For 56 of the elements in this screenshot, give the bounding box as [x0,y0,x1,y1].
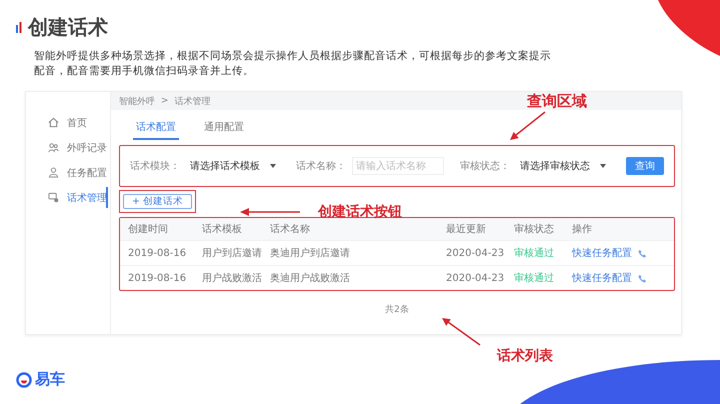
annotation-arrow [240,208,300,216]
table-cell-text: 2020-04-23 [446,248,506,258]
annotation-arrow [510,111,546,140]
annotation-label: 查询区域 [527,92,587,111]
phone-icon[interactable] [638,274,647,282]
slide-description: 智能外呼提供多种场景选择，根据不同场景会提示操作人员根据步骤配音话术，可根据每步的参考文案提示配音，配音需要用手机微信扫码录音并上传。 [34,49,552,79]
action-link[interactable]: 快速任务配置 [572,246,632,260]
table-cell-text: 奥迪用户战败激活 [270,272,351,285]
slide-title: 创建话术 [28,14,108,41]
sidebar-item[interactable]: 首页 [26,110,110,135]
annotation-label: 创建话术按钮 [318,203,402,221]
tab[interactable]: 话术配置 [133,118,179,140]
caret-icon [600,164,606,168]
sidebar-item[interactable]: 外呼记录 [26,135,110,160]
person-icon [48,167,59,178]
status-text: 审核通过 [514,272,555,285]
home-icon [48,117,59,128]
column-header: 话术模板 [202,222,243,236]
status-text: 审核通过 [514,246,555,260]
phone-icon[interactable] [638,248,647,258]
column-header: 审核状态 [514,222,555,236]
table-cell-text: 2019-08-16 [128,272,188,284]
people-icon [48,142,59,153]
select-field[interactable]: 请选择话术模板 [186,159,280,173]
pagination-text: 共2条 [385,304,409,316]
input-field[interactable]: 请输入话术名称 [352,157,444,175]
breadcrumb-separator: > [161,96,169,106]
tab[interactable]: 通用配置 [201,118,247,140]
brand-name: 易车 [35,370,65,389]
annotation-label: 话术列表 [497,347,553,365]
column-header: 操作 [572,223,593,236]
table-cell-text: 用户战败激活 [202,272,263,285]
logo-icon [16,372,32,388]
bars-icon [16,22,22,33]
field-label: 话术模块： [130,160,180,173]
sidebar-item[interactable]: 话术管理 [26,185,110,210]
breadcrumb-current: 话术管理 [174,96,211,108]
create-button[interactable]: + 创建话术 [123,194,192,209]
table-cell-text: 2020-04-23 [446,272,506,284]
column-header: 创建时间 [128,222,169,236]
table-cell-text: 奥迪用户到店邀请 [270,246,351,260]
select-field[interactable]: 请选择审核状态 [516,159,610,173]
annotation-arrow [442,318,480,346]
chat-icon [48,192,59,203]
breadcrumb-link[interactable]: 智能外呼 [119,94,155,108]
caret-icon [270,164,276,168]
table-cell-text: 2019-08-16 [128,248,188,258]
corner-decoration [658,0,720,56]
column-header: 话术名称 [270,222,311,236]
field-label: 话术名称： [296,160,346,173]
field-label: 审核状态： [460,160,510,173]
sidebar-item[interactable]: 任务配置 [26,160,110,185]
column-header: 最近更新 [446,222,487,236]
table-cell-text: 用户到店邀请 [202,246,263,260]
query-button[interactable]: 查询 [626,157,664,175]
action-link[interactable]: 快速任务配置 [572,271,632,285]
